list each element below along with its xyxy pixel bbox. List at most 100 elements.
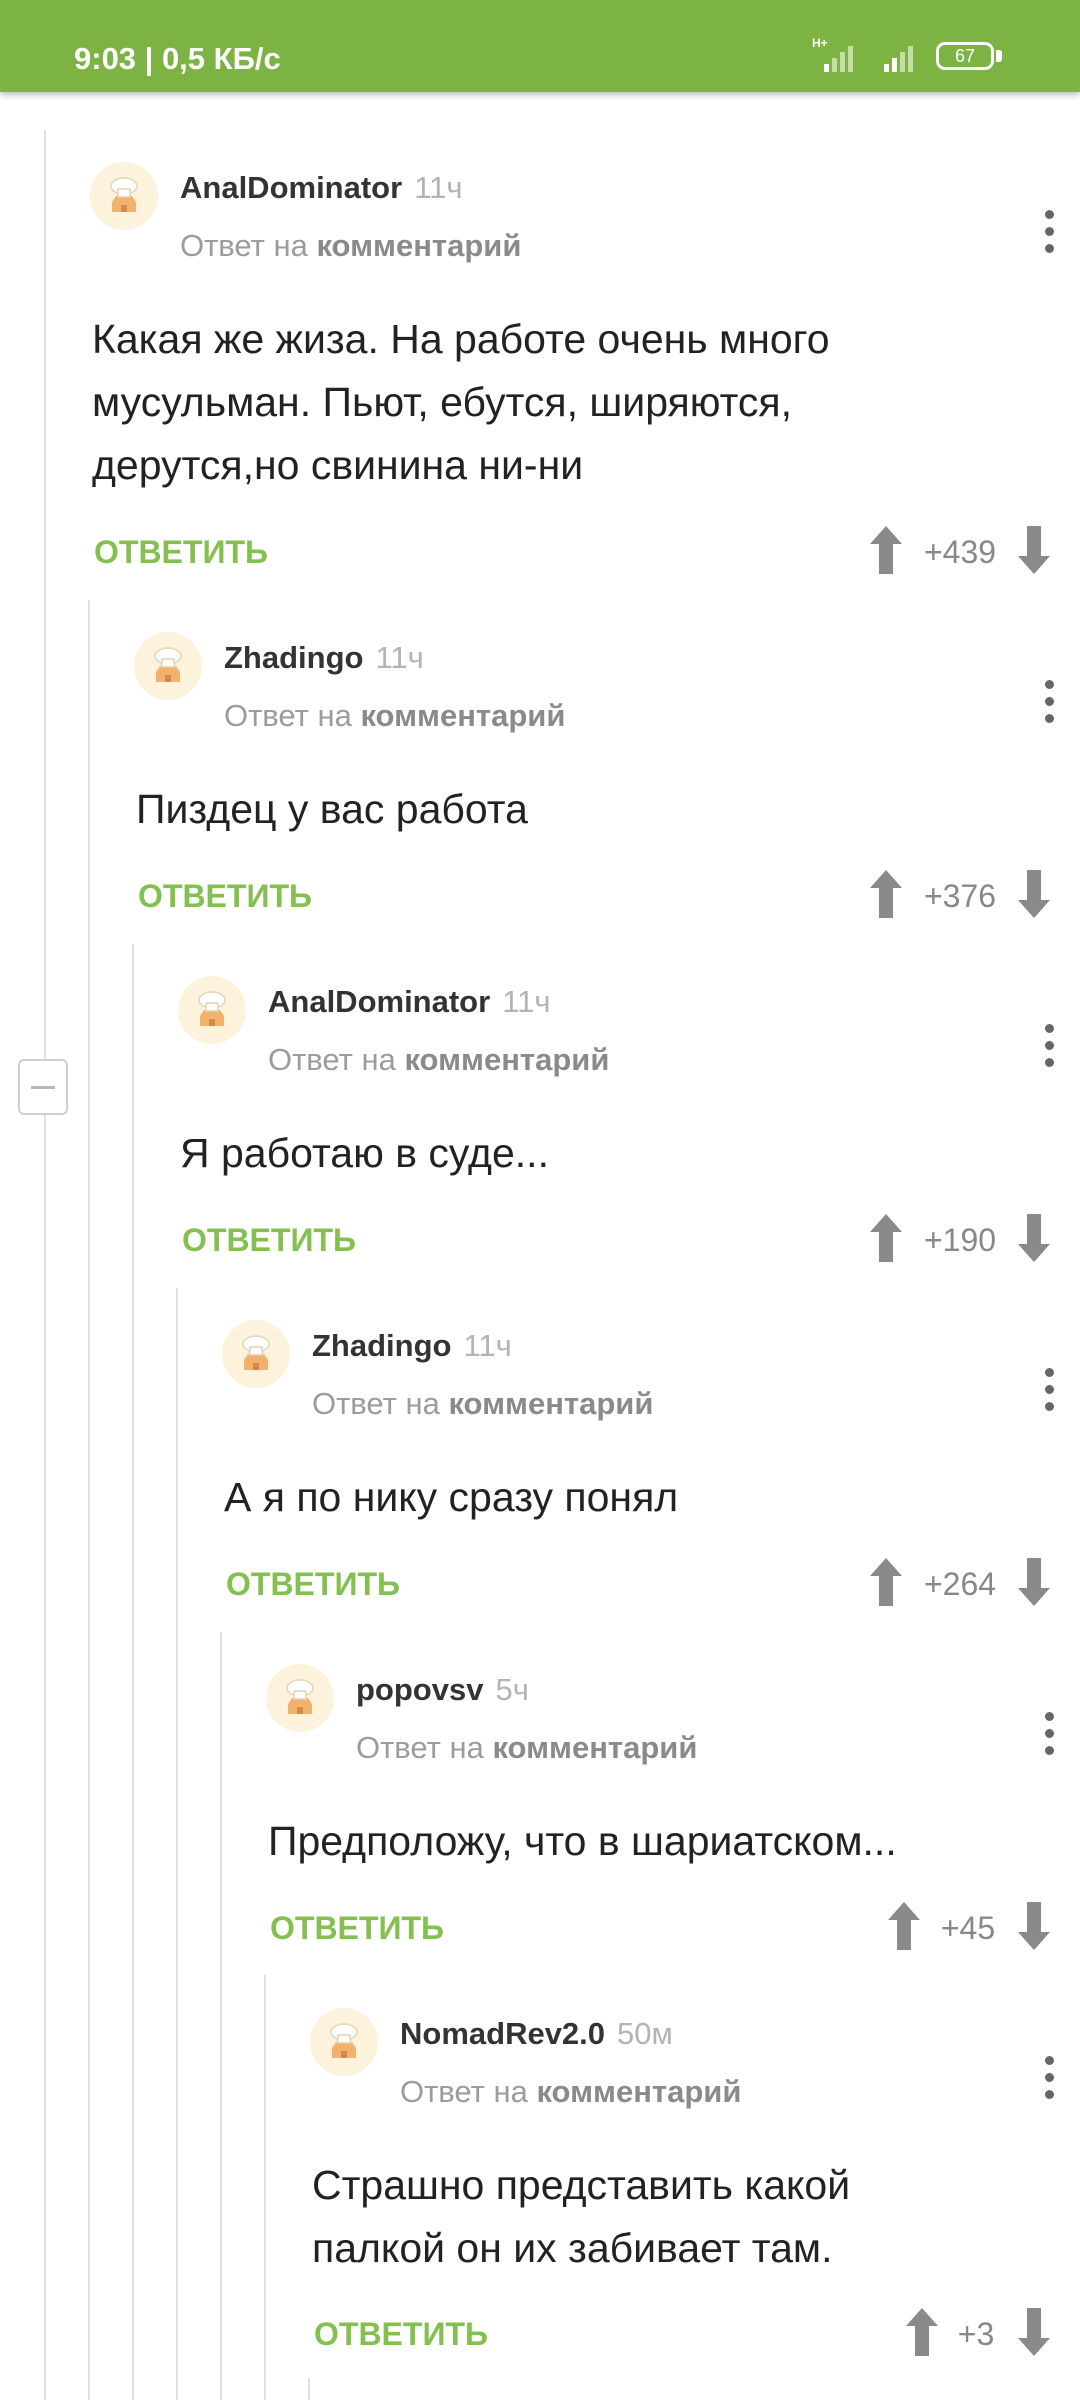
reply-button[interactable]: ОТВЕТИТЬ	[314, 2304, 488, 2364]
comment-author[interactable]: popovsv 5ч	[356, 1672, 529, 1708]
thread-line	[44, 130, 46, 2400]
arrow-up-icon[interactable]	[866, 1554, 906, 1610]
reply-to-line: Ответ на комментарий	[356, 1730, 697, 1766]
reply-to-link[interactable]: комментарий	[360, 698, 565, 733]
reply-to-prefix: Ответ на	[312, 1386, 440, 1421]
comment-time: 5ч	[495, 1672, 529, 1707]
comment-actions: ОТВЕТИТЬ +439	[94, 522, 1080, 582]
comment-author[interactable]: AnalDominator 11ч	[180, 170, 463, 206]
thread-line	[264, 1975, 266, 2400]
comment-time: 50м	[617, 2016, 673, 2051]
reply-to-line: Ответ на комментарий	[224, 698, 565, 734]
vote-controls: +439	[866, 522, 1054, 582]
comment-author[interactable]: Zhadingo 11ч	[312, 1328, 512, 1364]
comment-author[interactable]: AnalDominator 11ч	[268, 984, 551, 1020]
arrow-down-icon[interactable]	[1014, 2304, 1054, 2360]
signal-icon-2	[884, 46, 913, 72]
chef-hat-avatar-icon[interactable]	[310, 2008, 378, 2076]
comment-actions: ОТВЕТИТЬ +45	[270, 1898, 1080, 1958]
comment: Zhadingo 11ч Ответ на комментарий Пиздец …	[134, 600, 1080, 944]
arrow-down-icon[interactable]	[1014, 1898, 1054, 1954]
comment-username[interactable]: Zhadingo	[312, 1328, 451, 1363]
arrow-down-icon[interactable]	[1014, 522, 1054, 578]
comment-username[interactable]: AnalDominator	[180, 170, 402, 205]
comment-time: 11ч	[502, 984, 551, 1019]
comment-text: Я работаю в суде...	[180, 1130, 549, 1176]
comment-score: +376	[923, 878, 997, 914]
comment-username[interactable]: NomadRev2.0	[400, 2016, 605, 2051]
reply-to-link[interactable]: комментарий	[316, 228, 521, 263]
battery-tip	[996, 50, 1002, 62]
chef-hat-avatar-icon[interactable]	[90, 162, 158, 230]
comment-actions: ОТВЕТИТЬ +376	[138, 866, 1080, 926]
comment-time: 11ч	[463, 1328, 512, 1363]
comment: AnalDominator 11ч Ответ на комментарий Я …	[178, 944, 1080, 1288]
arrow-up-icon[interactable]	[866, 522, 906, 578]
comment-username[interactable]: AnalDominator	[268, 984, 490, 1019]
comment-score: +439	[923, 534, 997, 570]
reply-button[interactable]: ОТВЕТИТЬ	[138, 866, 312, 926]
more-vertical-icon[interactable]	[1044, 1712, 1054, 1756]
chef-hat-avatar-icon[interactable]	[134, 632, 202, 700]
comment-actions: ОТВЕТИТЬ +3	[314, 2304, 1080, 2364]
thread-line	[176, 1288, 178, 2400]
collapse-thread-icon	[31, 1086, 55, 1089]
reply-to-line: Ответ на комментарий	[268, 1042, 609, 1078]
reply-to-link[interactable]: комментарий	[492, 1730, 697, 1765]
reply-button[interactable]: ОТВЕТИТЬ	[226, 1554, 400, 1614]
reply-to-line: Ответ на комментарий	[400, 2074, 741, 2110]
comment-actions: ОТВЕТИТЬ +190	[182, 1210, 1080, 1270]
comment: popovsv 5ч Ответ на комментарий Предполож…	[266, 1632, 1080, 1976]
comment-text: А я по нику сразу понял	[224, 1474, 679, 1520]
reply-to-link[interactable]: комментарий	[404, 1042, 609, 1077]
arrow-up-icon[interactable]	[902, 2304, 942, 2360]
arrow-down-icon[interactable]	[1014, 1210, 1054, 1266]
reply-button[interactable]: ОТВЕТИТЬ	[94, 522, 268, 582]
arrow-down-icon[interactable]	[1014, 866, 1054, 922]
reply-to-link[interactable]: комментарий	[536, 2074, 741, 2109]
vote-controls: +45	[884, 1898, 1054, 1958]
chef-hat-avatar-icon[interactable]	[222, 1320, 290, 1388]
arrow-up-icon[interactable]	[866, 1210, 906, 1266]
comment-author[interactable]: Zhadingo 11ч	[224, 640, 424, 676]
comment: NomadRev2.0 50м Ответ на комментарий Стра…	[310, 1976, 1080, 2386]
vote-controls: +3	[902, 2304, 1054, 2364]
reply-to-line: Ответ на комментарий	[180, 228, 521, 264]
vote-controls: +190	[866, 1210, 1054, 1270]
comment-time: 11ч	[375, 640, 424, 675]
reply-to-prefix: Ответ на	[268, 1042, 396, 1077]
reply-to-prefix: Ответ на	[224, 698, 352, 733]
reply-to-link[interactable]: комментарий	[448, 1386, 653, 1421]
comment-username[interactable]: Zhadingo	[224, 640, 363, 675]
status-bar: 9:03 | 0,5 КБ/с H+ 67	[0, 0, 1080, 92]
thread-line	[88, 600, 90, 2400]
comment-text: Предположу, что в шариатском...	[268, 1818, 897, 1864]
more-vertical-icon[interactable]	[1044, 2056, 1054, 2100]
more-vertical-icon[interactable]	[1044, 1368, 1054, 1412]
arrow-up-icon[interactable]	[866, 866, 906, 922]
thread-line	[132, 944, 134, 2400]
signal-icon	[824, 46, 853, 72]
reply-button[interactable]: ОТВЕТИТЬ	[270, 1898, 444, 1958]
comment: AnalDominator 11ч Ответ на комментарий Ка…	[90, 130, 1080, 620]
chef-hat-avatar-icon[interactable]	[178, 976, 246, 1044]
comment-thread[interactable]: AnalDominator 11ч Ответ на комментарий Ка…	[0, 92, 1080, 2400]
reply-to-line: Ответ на комментарий	[312, 1386, 653, 1422]
comment-score: +3	[957, 2316, 995, 2352]
more-vertical-icon[interactable]	[1044, 1024, 1054, 1068]
more-vertical-icon[interactable]	[1044, 210, 1054, 254]
arrow-down-icon[interactable]	[1014, 1554, 1054, 1610]
comment-score: +190	[923, 1222, 997, 1258]
comment-author[interactable]: NomadRev2.0 50м	[400, 2016, 673, 2052]
comment-text: Пиздец у вас работа	[136, 786, 528, 832]
more-vertical-icon[interactable]	[1044, 680, 1054, 724]
battery-indicator: 67	[936, 42, 994, 70]
reply-button[interactable]: ОТВЕТИТЬ	[182, 1210, 356, 1270]
reply-to-prefix: Ответ на	[180, 228, 308, 263]
collapse-thread-button[interactable]	[18, 1059, 68, 1115]
chef-hat-avatar-icon[interactable]	[266, 1664, 334, 1732]
arrow-up-icon[interactable]	[884, 1898, 924, 1954]
comment-username[interactable]: popovsv	[356, 1672, 483, 1707]
comment-score: +264	[923, 1566, 997, 1602]
reply-to-prefix: Ответ на	[356, 1730, 484, 1765]
